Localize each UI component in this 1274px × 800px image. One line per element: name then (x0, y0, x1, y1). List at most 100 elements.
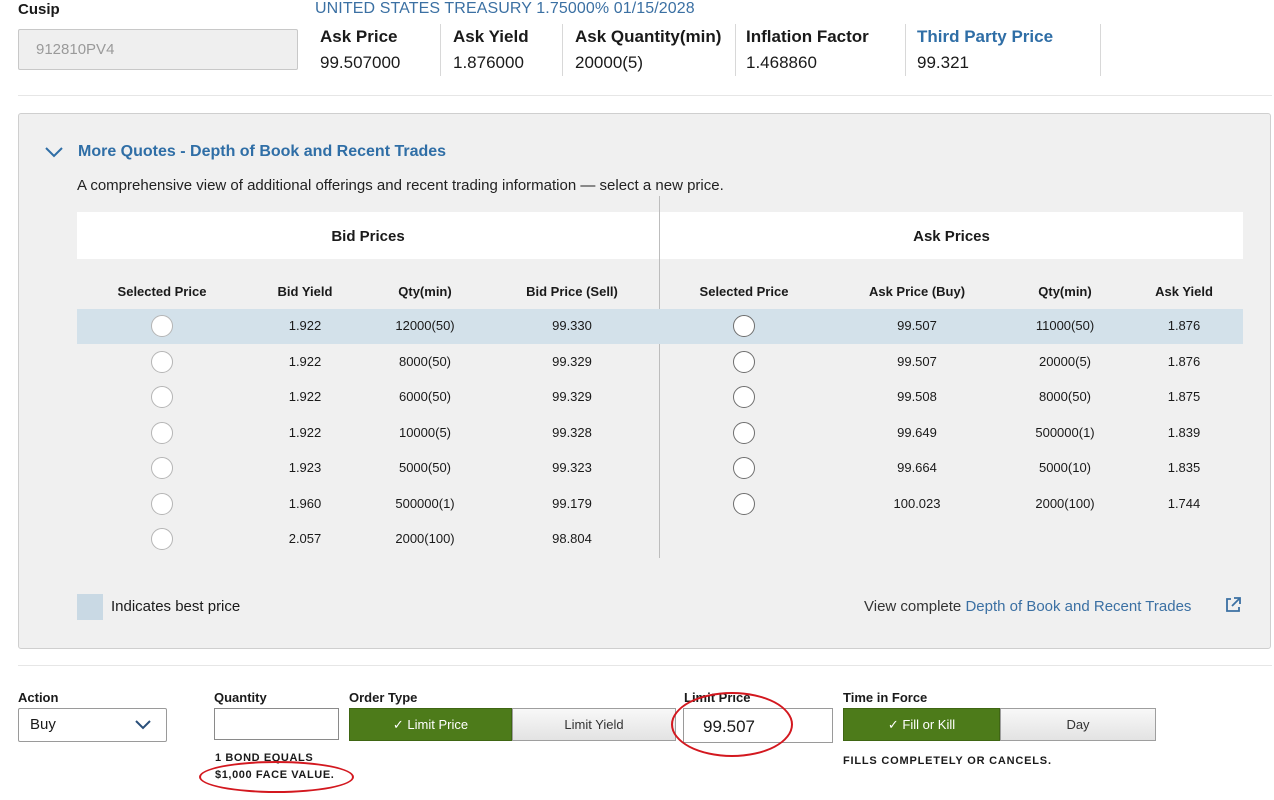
ask-yield-label: Ask Yield (453, 27, 529, 46)
bid-price-cell: 99.329 (552, 353, 592, 369)
ask-yield-cell: 1.875 (1167, 389, 1201, 404)
ask-quantity-label: Ask Quantity(min) (575, 27, 722, 46)
face-value-annotation-ellipse (199, 761, 354, 793)
limit-price-annotation-ellipse (671, 692, 793, 757)
bid-yield-cell: 1.922 (288, 353, 322, 369)
bid-price-radio[interactable] (151, 421, 173, 444)
external-link-icon[interactable] (1224, 596, 1242, 614)
bid-price-radio[interactable] (151, 386, 173, 408)
third-party-price-link[interactable]: Third Party Price (917, 27, 1100, 47)
more-quotes-toggle[interactable]: More Quotes - Depth of Book and Recent T… (78, 143, 446, 161)
bid-price-cell: 99.328 (552, 424, 592, 440)
ask-price-radio[interactable] (733, 492, 755, 515)
order-type-limit-yield-label: Limit Yield (564, 717, 624, 732)
ask-price-radio[interactable] (733, 350, 755, 373)
ask-qty-cell: 8000(50) (1038, 389, 1092, 404)
ask-price-value: 99.507000 (320, 53, 401, 72)
ask-yield-value: 1.876000 (453, 53, 524, 72)
inflation-factor-field: Inflation Factor 1.468860 (741, 24, 906, 76)
bid-price-cell: 99.330 (552, 318, 592, 333)
bid-yield-cell: 1.922 (288, 389, 322, 404)
cusip-input[interactable]: 912810PV4 (18, 29, 298, 70)
depth-of-book-link[interactable]: Depth of Book and Recent Trades (965, 598, 1191, 615)
col-bid-selected-price: Selected Price (117, 284, 207, 299)
tif-day-button[interactable]: Day (1000, 708, 1156, 741)
inflation-factor-label: Inflation Factor (746, 27, 869, 46)
ask-yield-cell: 1.835 (1167, 460, 1201, 475)
time-in-force-label: Time in Force (843, 690, 928, 705)
chevron-down-icon[interactable] (43, 144, 65, 160)
bid-price-cell: 98.804 (552, 531, 592, 546)
ask-price-radio[interactable] (733, 315, 755, 337)
bid-yield-cell: 1.960 (288, 495, 322, 511)
order-type-limit-yield-button[interactable]: Limit Yield (512, 708, 676, 741)
col-bid-price: Bid Price (Sell) (526, 284, 618, 299)
ask-qty-cell: 11000(50) (1035, 318, 1095, 333)
check-icon: ✓ (392, 717, 408, 732)
col-ask-yield: Ask Yield (1155, 284, 1213, 299)
ask-price-cell: 99.507 (897, 318, 937, 333)
ask-price-cell: 100.023 (893, 495, 941, 511)
panel-divider (18, 665, 1272, 666)
ask-price-radio[interactable] (733, 386, 755, 408)
bid-price-radio[interactable] (151, 457, 173, 479)
bid-ask-divider (659, 196, 660, 558)
ask-price-cell: 99.664 (897, 460, 937, 475)
bid-yield-cell: 1.922 (288, 318, 322, 333)
security-title-link[interactable]: UNITED STATES TREASURY 1.75000% 01/15/20… (315, 0, 695, 18)
ask-qty-cell: 20000(5) (1038, 353, 1092, 369)
ask-price-label: Ask Price (320, 27, 398, 46)
ask-qty-cell: 2000(100) (1035, 495, 1095, 511)
bid-price-radio[interactable] (151, 492, 173, 515)
bid-price-cell: 99.179 (552, 495, 592, 511)
bid-yield-cell: 1.922 (288, 424, 322, 440)
best-price-legend-swatch (77, 594, 103, 620)
ask-yield-cell: 1.839 (1167, 424, 1201, 440)
action-select[interactable]: Buy (18, 708, 167, 742)
ask-price-cell: 99.507 (897, 353, 937, 369)
bid-price-radio[interactable] (151, 528, 173, 550)
bid-price-radio[interactable] (151, 350, 173, 373)
cusip-label: Cusip (18, 1, 60, 18)
ask-price-field: Ask Price 99.507000 (315, 24, 441, 76)
tif-fill-or-kill-button[interactable]: ✓ Fill or Kill (843, 708, 1000, 741)
ask-price-cell: 99.649 (897, 424, 937, 440)
col-ask-selected-price: Selected Price (699, 284, 789, 299)
view-complete-prefix: View complete (864, 598, 966, 615)
quantity-input[interactable] (214, 708, 339, 740)
col-ask-qty: Qty(min) (1038, 284, 1092, 299)
ask-prices-heading: Ask Prices (913, 228, 990, 245)
bid-qty-cell: 12000(50) (395, 318, 455, 333)
order-type-limit-price-button[interactable]: ✓ Limit Price (349, 708, 512, 741)
bid-qty-cell: 5000(50) (398, 460, 452, 475)
bid-prices-heading: Bid Prices (331, 228, 405, 245)
bid-qty-cell: 8000(50) (398, 353, 452, 369)
ask-price-radio[interactable] (733, 457, 755, 479)
col-bid-qty: Qty(min) (398, 284, 452, 299)
quantity-label: Quantity (214, 690, 267, 705)
order-type-label: Order Type (349, 690, 418, 705)
view-complete-text: View complete Depth of Book and Recent T… (864, 598, 1191, 615)
action-select-value: Buy (30, 716, 56, 733)
bid-price-cell: 99.329 (552, 389, 592, 404)
bid-qty-cell: 2000(100) (395, 531, 455, 546)
col-ask-price: Ask Price (Buy) (868, 284, 966, 299)
bid-price-radio[interactable] (151, 315, 173, 337)
bid-qty-cell: 6000(50) (398, 389, 452, 404)
ask-price-radio[interactable] (733, 421, 755, 444)
best-price-legend-text: Indicates best price (111, 598, 241, 615)
ask-yield-cell: 1.744 (1167, 495, 1201, 511)
ask-quantity-field: Ask Quantity(min) 20000(5) (570, 24, 736, 76)
third-party-price-field: Third Party Price 99.321 (912, 24, 1101, 76)
ask-yield-cell: 1.876 (1167, 318, 1201, 333)
header-divider (18, 95, 1272, 96)
ask-quantity-value: 20000(5) (575, 53, 644, 72)
ask-qty-cell: 5000(10) (1038, 460, 1092, 475)
action-label: Action (18, 690, 59, 705)
bid-yield-cell: 1.923 (288, 460, 322, 475)
ask-price-cell: 99.508 (897, 389, 937, 404)
bid-yield-cell: 2.057 (288, 531, 322, 546)
order-type-limit-price-label: Limit Price (407, 717, 469, 732)
third-party-price-value: 99.321 (917, 53, 969, 72)
ask-yield-cell: 1.876 (1167, 353, 1201, 369)
